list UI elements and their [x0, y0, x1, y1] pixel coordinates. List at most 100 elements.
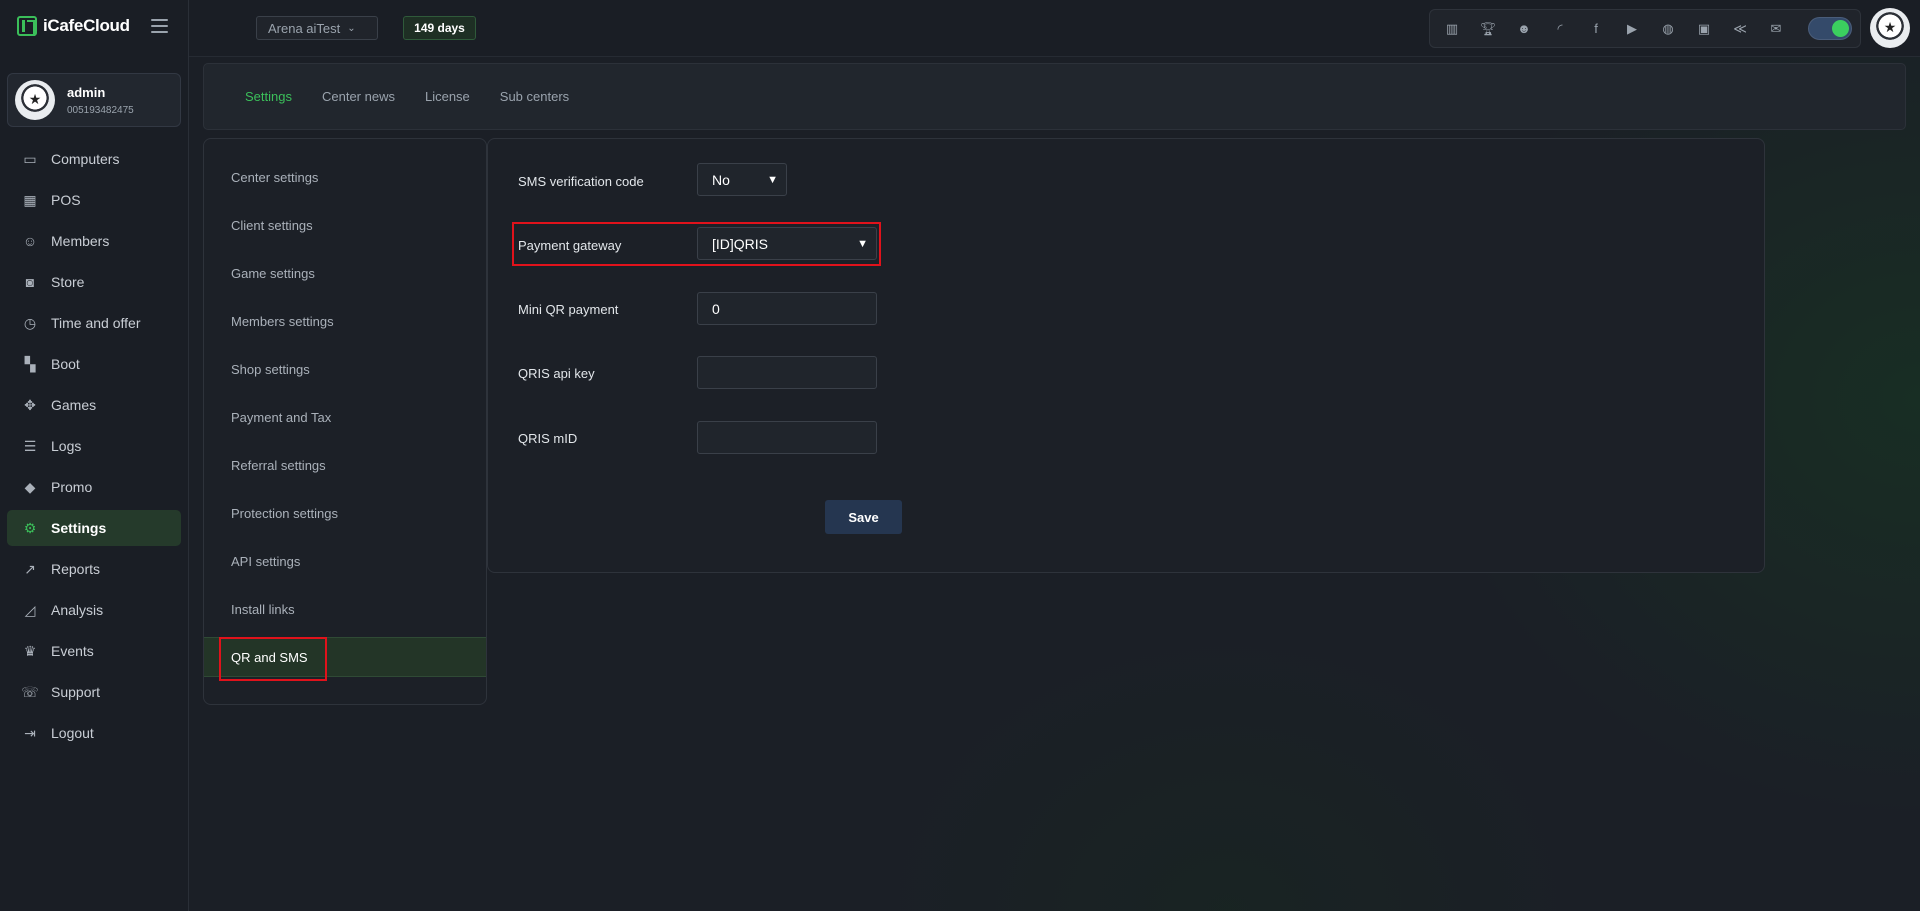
members-icon: ☺: [22, 233, 38, 249]
sidebar-item-time-and-offer[interactable]: ◷ Time and offer: [7, 305, 181, 341]
user-name: admin: [67, 84, 106, 100]
qris-api-key-input[interactable]: [697, 356, 877, 389]
qris-mid-label: QRIS mID: [518, 431, 578, 446]
save-button[interactable]: Save: [825, 500, 902, 534]
sidebar-item-reports[interactable]: ↗ Reports: [7, 551, 181, 587]
windows-icon: ▚: [24, 355, 36, 372]
center-select[interactable]: Arena aiTest ⌄: [256, 16, 378, 40]
area-chart-icon: ◿: [24, 601, 36, 618]
cash-register-icon: ▦: [23, 191, 37, 208]
sidebar-item-label: Games: [51, 397, 97, 413]
sidebar-item-boot[interactable]: ▚ Boot: [7, 346, 181, 382]
sms-verification-select[interactable]: No ▼: [697, 163, 787, 196]
menu-toggle-icon[interactable]: [151, 19, 168, 33]
profile-avatar[interactable]: [1870, 8, 1910, 48]
tab-sub-centers[interactable]: Sub centers: [500, 89, 569, 104]
sms-verification-value: No: [712, 171, 730, 188]
settings-menu-item-protection-settings[interactable]: Protection settings: [204, 493, 486, 533]
qr-sms-settings-panel: SMS verification code No ▼ Payment gatew…: [487, 138, 1765, 573]
qris-api-key-label: QRIS api key: [518, 366, 595, 381]
sidebar-item-label: Boot: [51, 356, 80, 372]
user-id: 005193482475: [67, 104, 134, 116]
user-card[interactable]: admin 005193482475: [7, 73, 181, 127]
settings-menu-item-payment-and-tax[interactable]: Payment and Tax: [204, 397, 486, 437]
qris-mid-input[interactable]: [697, 421, 877, 454]
mini-qr-payment-label: Mini QR payment: [518, 302, 619, 317]
settings-menu-item-shop-settings[interactable]: Shop settings: [204, 349, 486, 389]
sidebar-item-events[interactable]: ♛ Events: [7, 633, 181, 669]
sidebar-item-pos[interactable]: ▦ POS: [7, 182, 181, 218]
sidebar-item-label: Analysis: [51, 602, 104, 618]
brand-name: iCafeCloud: [43, 16, 130, 35]
chevron-down-icon: ▼: [767, 173, 778, 186]
tag-icon: ◆: [24, 478, 36, 495]
sidebar-item-label: Events: [51, 643, 94, 659]
crown-icon: ♛: [23, 642, 37, 659]
sidebar-item-logout[interactable]: ⇥ Logout: [7, 715, 181, 751]
line-chart-icon: ↗: [24, 560, 36, 577]
settings-menu-item-qr-and-sms[interactable]: QR and SMS: [204, 637, 486, 677]
handshake-icon[interactable]: ≪: [1730, 19, 1750, 39]
list-icon: ☰: [23, 437, 37, 454]
sidebar-item-logs[interactable]: ☰ Logs: [7, 428, 181, 464]
sidebar-item-settings[interactable]: ⚙ Settings: [7, 510, 181, 546]
quick-links-tray: ▥ 🏆︎ ☻ ◜ f ▶ ◍ ▣ ≪ ✉: [1429, 9, 1861, 48]
sidebar-item-label: Reports: [51, 561, 101, 577]
sidebar-item-label: Logout: [51, 725, 94, 741]
rss-icon[interactable]: ◜: [1550, 19, 1570, 39]
logout-icon: ⇥: [24, 724, 36, 741]
sidebar-item-games[interactable]: ✥ Games: [7, 387, 181, 423]
tab-settings[interactable]: Settings: [245, 89, 292, 104]
sidebar-item-promo[interactable]: ◆ Promo: [7, 469, 181, 505]
payment-gateway-select[interactable]: [ID]QRIS ▼: [697, 227, 877, 260]
facebook-icon[interactable]: f: [1586, 19, 1606, 39]
payment-gateway-label: Payment gateway: [518, 238, 622, 253]
sidebar-item-store[interactable]: ◙ Store: [7, 264, 181, 300]
settings-tabs: Settings Center news License Sub centers: [203, 63, 1906, 130]
sidebar: iCafeCloud admin 005193482475 ▭ Computers…: [0, 0, 189, 911]
payment-gateway-value: [ID]QRIS: [712, 235, 769, 252]
settings-menu-item-client-settings[interactable]: Client settings: [204, 205, 486, 245]
mini-qr-payment-value: 0: [712, 300, 720, 317]
center-select-value: Arena aiTest: [268, 20, 341, 36]
settings-menu-item-center-settings[interactable]: Center settings: [204, 157, 486, 197]
sidebar-item-label: Computers: [51, 151, 120, 167]
trophy-icon[interactable]: 🏆︎: [1478, 19, 1498, 39]
community-icon[interactable]: ☻: [1514, 19, 1534, 39]
leaderboard-icon[interactable]: ▥: [1442, 19, 1462, 39]
gamepad-icon: ✥: [24, 396, 36, 413]
sidebar-item-label: Store: [51, 274, 85, 290]
settings-menu-item-game-settings[interactable]: Game settings: [204, 253, 486, 293]
settings-menu: Center settings Client settings Game setti…: [203, 138, 487, 705]
sidebar-item-analysis[interactable]: ◿ Analysis: [7, 592, 181, 628]
gear-icon: ⚙: [23, 519, 37, 536]
sidebar-item-label: Logs: [51, 438, 82, 454]
sms-verification-label: SMS verification code: [518, 174, 644, 189]
sidebar-item-label: Promo: [51, 479, 93, 495]
globe-icon[interactable]: ◍: [1658, 19, 1678, 39]
sidebar-item-computers[interactable]: ▭ Computers: [7, 141, 181, 177]
settings-menu-item-install-links[interactable]: Install links: [204, 589, 486, 629]
sidebar-item-members[interactable]: ☺ Members: [7, 223, 181, 259]
tab-license[interactable]: License: [425, 89, 470, 104]
icafecloud-logo-icon: [17, 16, 37, 36]
mini-qr-payment-input[interactable]: 0: [697, 292, 877, 325]
settings-menu-item-api-settings[interactable]: API settings: [204, 541, 486, 581]
stopwatch-icon: ◷: [23, 314, 37, 331]
theme-toggle[interactable]: [1808, 17, 1852, 40]
brand-logo[interactable]: iCafeCloud: [17, 16, 130, 36]
mail-icon[interactable]: ✉: [1766, 19, 1786, 39]
settings-menu-item-members-settings[interactable]: Members settings: [204, 301, 486, 341]
phone-icon: ☏: [21, 683, 39, 700]
sidebar-item-support[interactable]: ☏ Support: [7, 674, 181, 710]
avatar: [15, 80, 55, 120]
sidebar-item-label: Members: [51, 233, 110, 249]
chevron-down-icon: ▼: [857, 237, 868, 250]
youtube-icon[interactable]: ▶: [1622, 19, 1642, 39]
monitor-icon: ▭: [23, 150, 37, 167]
sidebar-nav: ▭ Computers ▦ POS ☺ Members ◙ Store ◷ Time and of…: [7, 141, 181, 756]
icafe-icon[interactable]: ▣: [1694, 19, 1714, 39]
tab-center-news[interactable]: Center news: [322, 89, 395, 104]
settings-menu-item-referral-settings[interactable]: Referral settings: [204, 445, 486, 485]
topbar: Arena aiTest ⌄ 149 days ▥ 🏆︎ ☻ ◜ f ▶ ◍ ▣…: [189, 0, 1920, 57]
